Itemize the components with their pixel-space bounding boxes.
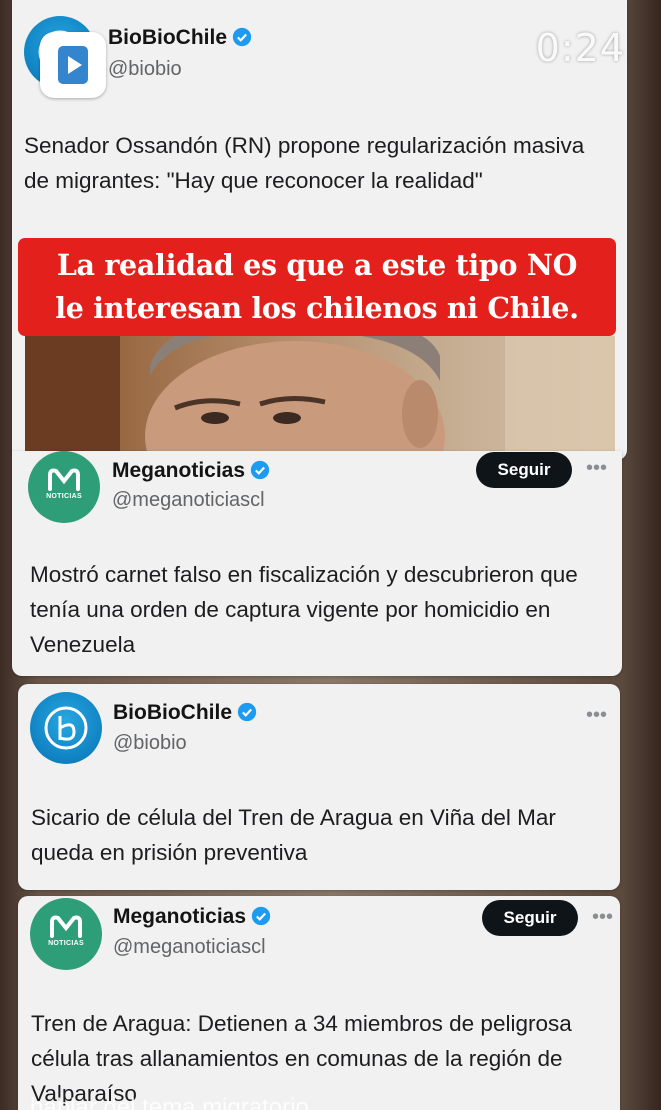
account-handle[interactable]: @meganoticiascl: [112, 489, 265, 512]
verified-badge-icon: [237, 702, 257, 722]
meganoticias-logo-icon: [50, 915, 82, 938]
tweet-card-meganoticias-2[interactable]: NOTICIAS Meganoticias @meganoticiascl Se…: [18, 896, 620, 1110]
account-name[interactable]: Meganoticias: [113, 905, 271, 929]
meganoticias-avatar[interactable]: NOTICIAS: [30, 898, 102, 970]
play-icon: [58, 46, 88, 84]
account-name[interactable]: Meganoticias: [112, 459, 270, 483]
account-name[interactable]: BioBioChile: [113, 701, 257, 725]
tweet-photo[interactable]: [25, 336, 615, 452]
meganoticias-avatar[interactable]: NOTICIAS: [28, 451, 100, 523]
account-name[interactable]: BioBioChile: [108, 26, 252, 50]
more-options-icon[interactable]: •••: [592, 907, 613, 927]
tweet-card-meganoticias-1[interactable]: NOTICIAS Meganoticias @meganoticiascl Se…: [12, 451, 622, 676]
tweet-text: Mostró carnet falso en fiscalización y d…: [30, 562, 578, 657]
verified-badge-icon: [250, 460, 270, 480]
tweet-text: Sicario de célula del Tren de Aragua en …: [31, 805, 556, 865]
more-options-icon[interactable]: •••: [586, 458, 607, 478]
follow-button[interactable]: Seguir: [482, 900, 578, 936]
tweet-text: Senador Ossandón (RN) propone regulariza…: [24, 133, 585, 193]
verified-badge-icon: [232, 27, 252, 47]
meganoticias-logo-label: NOTICIAS: [46, 493, 82, 500]
meganoticias-logo-icon: [48, 468, 80, 491]
banner-line-1: La realidad es que a este tipo NO: [56, 248, 578, 282]
biobio-avatar[interactable]: [30, 692, 102, 764]
verified-badge-icon: [251, 906, 271, 926]
play-button[interactable]: [40, 32, 106, 98]
follow-button[interactable]: Seguir: [476, 452, 572, 488]
account-handle[interactable]: @biobio: [113, 732, 187, 755]
account-handle[interactable]: @biobio: [108, 58, 182, 81]
more-options-icon[interactable]: •••: [586, 705, 607, 725]
overlay-banner: La realidad es que a este tipo NO le int…: [18, 238, 616, 336]
senator-photo-image: [25, 336, 615, 452]
banner-line-2: le interesan los chilenos ni Chile.: [55, 291, 579, 325]
account-handle[interactable]: @meganoticiascl: [113, 936, 266, 959]
meganoticias-logo-label: NOTICIAS: [48, 940, 84, 947]
biobio-logo-icon: [44, 706, 88, 750]
tweet-card-biobio-2[interactable]: BioBioChile @biobio ••• Sicario de célul…: [18, 684, 620, 890]
story-caption: hablar del tema migratorio: [30, 1094, 309, 1110]
video-timer: 0:24: [535, 26, 625, 70]
